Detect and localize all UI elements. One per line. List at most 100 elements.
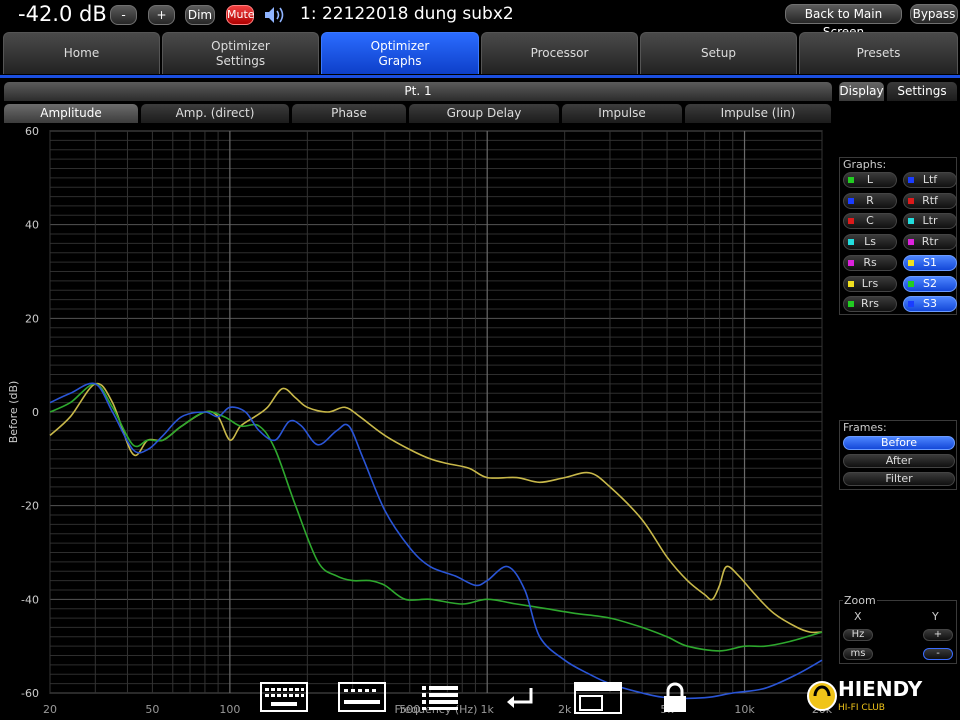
channel-color-swatch [908,239,914,246]
graph-toggle-label: Ltr [922,214,938,228]
y-tick-label: 60 [25,125,39,138]
tab-setup[interactable]: Setup [640,32,797,74]
tab-amplitude[interactable]: Amplitude [4,104,138,123]
channel-color-swatch [908,259,914,266]
graph-toggle-label: R [866,193,874,207]
graph-toggle-label: Ltf [922,173,938,186]
channel-color-swatch [848,218,854,225]
window-icon[interactable] [574,682,622,714]
graph-toggle-l[interactable]: L [843,172,897,188]
zoom-panel: Zoom X Y Hz ms + - [839,594,957,664]
y-tick-label: 20 [25,312,39,325]
tab-optimizer-graphs[interactable]: Optimizer Graphs [321,32,479,74]
graph-toggle-rtr[interactable]: Rtr [903,234,957,251]
main-tabs: Home Optimizer Settings Optimizer Graphs… [0,32,960,76]
graph-toggle-rtf[interactable]: Rtf [903,192,957,209]
tab-impulse-lin[interactable]: Impulse (lin) [685,104,831,123]
graphs-panel: Graphs: L Ltf R Rtf C Ltr Ls Rtr Rs S1 Lrs S2 Rrs S3 [839,157,957,315]
keypad-icon[interactable] [338,682,386,712]
graph-toggle-label: L [866,173,874,186]
tab-settings[interactable]: Settings [887,82,957,101]
frame-filter-button[interactable]: Filter [843,472,955,486]
keyboard-icon[interactable] [260,681,308,713]
y-tick-label: -40 [21,593,39,606]
top-bar: -42.0 dB - + Dim Mute 1: 22122018 dung s… [0,0,960,39]
graph-toggle-rs[interactable]: Rs [843,254,897,271]
zoom-x-label: X [854,610,862,623]
graph-toggle-s2[interactable]: S2 [903,275,957,292]
zoom-ms-button[interactable]: ms [843,648,873,660]
svg-text:HIENDY: HIENDY [838,677,923,701]
channel-color-swatch [848,259,854,266]
y-tick-label: 40 [25,219,39,232]
frame-before-button[interactable]: Before [843,436,955,450]
graph-toggle-label: Rtr [921,235,939,249]
channel-color-swatch [848,177,854,183]
tab-display[interactable]: Display [839,82,884,101]
channel-color-swatch [908,197,914,204]
zoom-y-minus-button[interactable]: - [923,648,953,660]
graph-toggle-label: S1 [923,255,937,269]
frames-panel: Frames: Before After Filter [839,420,957,490]
channel-color-swatch [848,280,854,287]
y-tick-label: -20 [21,500,39,513]
volume-down-button[interactable]: - [110,5,137,25]
volume-readout: -42.0 dB [18,2,107,26]
speaker-icon[interactable] [263,5,287,25]
tab-optimizer-settings[interactable]: Optimizer Settings [162,32,319,74]
graph-toggle-c[interactable]: C [843,213,897,230]
back-to-main-button[interactable]: Back to Main Screen [785,4,902,39]
zoom-y-plus-button[interactable]: + [923,629,953,641]
channel-color-swatch [908,218,914,225]
channel-color-swatch [908,177,914,183]
preset-name: 1: 22122018 dung subx2 [300,4,514,24]
graph-toggle-s3[interactable]: S3 [903,296,957,313]
channel-color-swatch [848,239,854,246]
tab-amp-direct[interactable]: Amp. (direct) [141,104,289,123]
amplitude-chart[interactable]: 6040200-20-40-60 20501005001k2k5k10k20k … [0,123,834,720]
channel-color-swatch [848,301,854,308]
dim-button[interactable]: Dim [185,5,215,25]
zoom-hz-button[interactable]: Hz [843,629,873,641]
tab-phase[interactable]: Phase [292,104,406,123]
graph-toggle-ltf[interactable]: Ltf [903,172,957,188]
frames-title: Frames: [843,421,887,434]
hiendy-logo-mark: HIENDY HI-FI CLUB [807,677,923,713]
tab-presets[interactable]: Presets [799,32,958,74]
list-icon[interactable] [422,685,458,711]
graph-toggle-label: Ls [864,235,876,249]
graph-toggle-lrs[interactable]: Lrs [843,275,897,292]
frame-after-button[interactable]: After [843,454,955,468]
y-axis-label: Before (dB) [7,381,20,444]
volume-up-button[interactable]: + [148,5,175,25]
graph-toggle-ltr[interactable]: Ltr [903,213,957,230]
lock-icon[interactable] [662,682,688,714]
enter-icon[interactable] [505,686,535,712]
channel-color-swatch [908,301,914,308]
tab-impulse[interactable]: Impulse [562,104,682,123]
tab-underline [0,75,960,78]
bottom-toolbar [0,676,834,720]
channel-color-swatch [908,280,914,287]
graph-toggle-r[interactable]: R [843,192,897,209]
tab-home[interactable]: Home [3,32,160,74]
graph-toggle-label: Lrs [861,276,879,290]
graph-toggle-label: Rrs [861,297,879,311]
zoom-title: Zoom [843,594,877,607]
graph-toggle-ls[interactable]: Ls [843,234,897,251]
graph-toggle-label: C [866,214,874,228]
tab-group-delay[interactable]: Group Delay [409,104,559,123]
graph-toggle-label: S2 [923,276,937,290]
mute-button[interactable]: Mute [226,5,255,25]
bypass-button[interactable]: Bypass [910,4,958,24]
graph-toggle-label: Rs [863,255,877,269]
hiendy-logo: HIENDY HI-FI CLUB [804,672,960,720]
svg-text:HI-FI CLUB: HI-FI CLUB [838,703,885,713]
zoom-y-label: Y [932,610,939,623]
tab-processor[interactable]: Processor [481,32,638,74]
y-gridlines [50,130,822,694]
graph-toggle-label: S3 [923,297,937,311]
graph-toggle-s1[interactable]: S1 [903,254,957,271]
point-selector[interactable]: Pt. 1 [4,82,832,101]
graph-toggle-rrs[interactable]: Rrs [843,296,897,313]
